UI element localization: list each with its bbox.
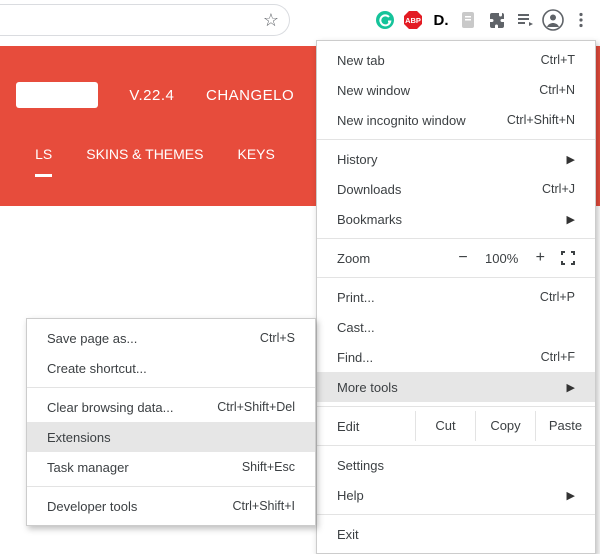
submenu-task-manager[interactable]: Task manager Shift+Esc: [27, 452, 315, 482]
clear-data-label: Clear browsing data...: [47, 400, 173, 415]
submenu-arrow-icon: ▶: [567, 489, 575, 502]
menu-separator: [317, 277, 595, 278]
browser-main-menu: New tab Ctrl+T New window Ctrl+N New inc…: [316, 40, 596, 554]
extension-toolbar: ABP D.: [366, 4, 600, 36]
menu-print[interactable]: Print... Ctrl+P: [317, 282, 595, 312]
submenu-arrow-icon: ▶: [567, 381, 575, 394]
menu-separator: [27, 387, 315, 388]
doc-extension-icon[interactable]: [458, 9, 480, 31]
extensions-label: Extensions: [47, 430, 111, 445]
edit-paste-button[interactable]: Paste: [535, 411, 595, 441]
zoom-label: Zoom: [337, 251, 370, 266]
svg-text:ABP: ABP: [405, 16, 421, 25]
bookmark-star-icon[interactable]: ☆: [263, 10, 279, 31]
menu-new-tab-label: New tab: [337, 53, 385, 68]
menu-new-tab[interactable]: New tab Ctrl+T: [317, 45, 595, 75]
menu-exit-label: Exit: [337, 527, 359, 542]
task-manager-shortcut: Shift+Esc: [242, 460, 295, 474]
version-label: V.22.4: [129, 87, 174, 104]
save-page-label: Save page as...: [47, 331, 137, 346]
edit-cut-button[interactable]: Cut: [415, 411, 475, 441]
zoom-percent: 100%: [484, 251, 520, 266]
playlist-icon[interactable]: [514, 9, 536, 31]
changelog-link[interactable]: CHANGELO: [206, 87, 294, 104]
developer-tools-label: Developer tools: [47, 499, 137, 514]
menu-downloads-shortcut: Ctrl+J: [542, 182, 575, 196]
edit-label: Edit: [337, 419, 415, 434]
menu-new-window-label: New window: [337, 83, 410, 98]
menu-separator: [317, 445, 595, 446]
menu-history-label: History: [337, 152, 377, 167]
submenu-save-page[interactable]: Save page as... Ctrl+S: [27, 323, 315, 353]
clear-data-shortcut: Ctrl+Shift+Del: [217, 400, 295, 414]
menu-separator: [317, 406, 595, 407]
menu-more-tools-label: More tools: [337, 380, 398, 395]
grammarly-icon[interactable]: [374, 9, 396, 31]
menu-settings-label: Settings: [337, 458, 384, 473]
menu-bookmarks[interactable]: Bookmarks ▶: [317, 204, 595, 234]
menu-new-window[interactable]: New window Ctrl+N: [317, 75, 595, 105]
submenu-arrow-icon: ▶: [567, 153, 575, 166]
create-shortcut-label: Create shortcut...: [47, 361, 147, 376]
tab-panels[interactable]: LS: [35, 146, 52, 177]
submenu-extensions[interactable]: Extensions: [27, 422, 315, 452]
menu-new-tab-shortcut: Ctrl+T: [541, 53, 575, 67]
menu-more-tools[interactable]: More tools ▶: [317, 372, 595, 402]
menu-separator: [27, 486, 315, 487]
kebab-menu-icon[interactable]: [570, 9, 592, 31]
menu-cast-label: Cast...: [337, 320, 375, 335]
white-tag: [16, 82, 98, 108]
more-tools-submenu: Save page as... Ctrl+S Create shortcut..…: [26, 318, 316, 526]
menu-exit[interactable]: Exit: [317, 519, 595, 549]
zoom-out-button[interactable]: −: [458, 249, 467, 267]
menu-downloads[interactable]: Downloads Ctrl+J: [317, 174, 595, 204]
menu-print-shortcut: Ctrl+P: [540, 290, 575, 304]
menu-new-incognito[interactable]: New incognito window Ctrl+Shift+N: [317, 105, 595, 135]
save-page-shortcut: Ctrl+S: [260, 331, 295, 345]
menu-bookmarks-label: Bookmarks: [337, 212, 402, 227]
profile-avatar-icon[interactable]: [542, 9, 564, 31]
menu-settings[interactable]: Settings: [317, 450, 595, 480]
menu-edit-row: Edit Cut Copy Paste: [317, 411, 595, 441]
submenu-developer-tools[interactable]: Developer tools Ctrl+Shift+I: [27, 491, 315, 521]
developer-tools-shortcut: Ctrl+Shift+I: [232, 499, 295, 513]
menu-history[interactable]: History ▶: [317, 144, 595, 174]
menu-zoom: Zoom − 100% +: [317, 243, 595, 273]
menu-separator: [317, 139, 595, 140]
submenu-clear-data[interactable]: Clear browsing data... Ctrl+Shift+Del: [27, 392, 315, 422]
menu-print-label: Print...: [337, 290, 375, 305]
menu-find-label: Find...: [337, 350, 373, 365]
menu-downloads-label: Downloads: [337, 182, 401, 197]
menu-separator: [317, 238, 595, 239]
menu-find-shortcut: Ctrl+F: [541, 350, 575, 364]
menu-new-incognito-label: New incognito window: [337, 113, 466, 128]
tab-skins-themes[interactable]: SKINS & THEMES: [86, 146, 203, 177]
adblock-icon[interactable]: ABP: [402, 9, 424, 31]
edit-copy-button[interactable]: Copy: [475, 411, 535, 441]
menu-separator: [317, 514, 595, 515]
submenu-arrow-icon: ▶: [567, 213, 575, 226]
menu-find[interactable]: Find... Ctrl+F: [317, 342, 595, 372]
fullscreen-icon[interactable]: [561, 251, 575, 265]
extensions-puzzle-icon[interactable]: [486, 9, 508, 31]
tab-keys[interactable]: KEYS: [237, 146, 274, 177]
menu-help-label: Help: [337, 488, 364, 503]
omnibar[interactable]: ☆: [0, 4, 290, 36]
submenu-create-shortcut[interactable]: Create shortcut...: [27, 353, 315, 383]
menu-new-window-shortcut: Ctrl+N: [539, 83, 575, 97]
zoom-in-button[interactable]: +: [536, 249, 545, 267]
d-extension-icon[interactable]: D.: [430, 9, 452, 31]
menu-help[interactable]: Help ▶: [317, 480, 595, 510]
menu-cast[interactable]: Cast...: [317, 312, 595, 342]
menu-new-incognito-shortcut: Ctrl+Shift+N: [507, 113, 575, 127]
task-manager-label: Task manager: [47, 460, 129, 475]
